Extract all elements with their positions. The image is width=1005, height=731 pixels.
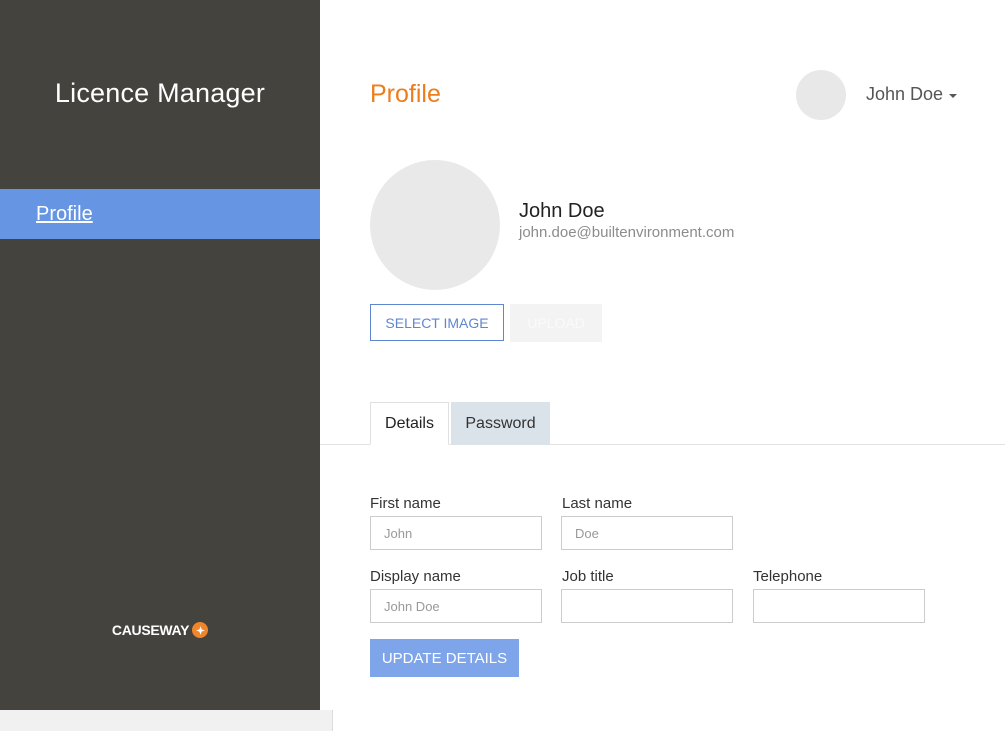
tab-details[interactable]: Details [370, 402, 449, 445]
profile-name: John Doe [519, 200, 605, 222]
user-avatar[interactable] [796, 70, 846, 120]
app-title: Licence Manager [54, 78, 266, 108]
brand-logo: CAUSEWAY [0, 622, 320, 638]
causeway-star-icon [192, 622, 209, 638]
upload-button[interactable]: UPLOAD [510, 304, 602, 342]
page-title: Profile [370, 80, 441, 108]
job-title-label: Job title [562, 568, 614, 585]
job-title-input[interactable] [561, 589, 733, 623]
telephone-label: Telephone [753, 568, 823, 585]
last-name-input[interactable] [561, 516, 733, 550]
sidebar-item-label: Profile [36, 202, 93, 225]
sidebar: Licence Manager Profile CAUSEWAY [0, 0, 320, 710]
display-name-label: Display name [370, 568, 461, 585]
bottom-strip [0, 710, 333, 731]
user-menu[interactable]: John Doe [866, 84, 958, 105]
user-name: John Doe [866, 84, 944, 104]
chevron-down-icon [949, 93, 958, 98]
first-name-input[interactable] [370, 516, 542, 550]
select-image-button[interactable]: SELECT IMAGE [370, 304, 504, 341]
brand-wordmark: CAUSEWAY [111, 622, 190, 638]
profile-avatar [370, 160, 500, 290]
update-details-button[interactable]: UPDATE DETAILS [370, 639, 519, 677]
profile-email: john.doe@builtenvironment.com [519, 224, 735, 241]
first-name-label: First name [370, 495, 441, 512]
sidebar-item-profile[interactable]: Profile [0, 189, 320, 239]
telephone-input[interactable] [753, 589, 925, 623]
tab-password[interactable]: Password [451, 402, 550, 445]
last-name-label: Last name [562, 495, 633, 512]
display-name-input[interactable] [370, 589, 542, 623]
